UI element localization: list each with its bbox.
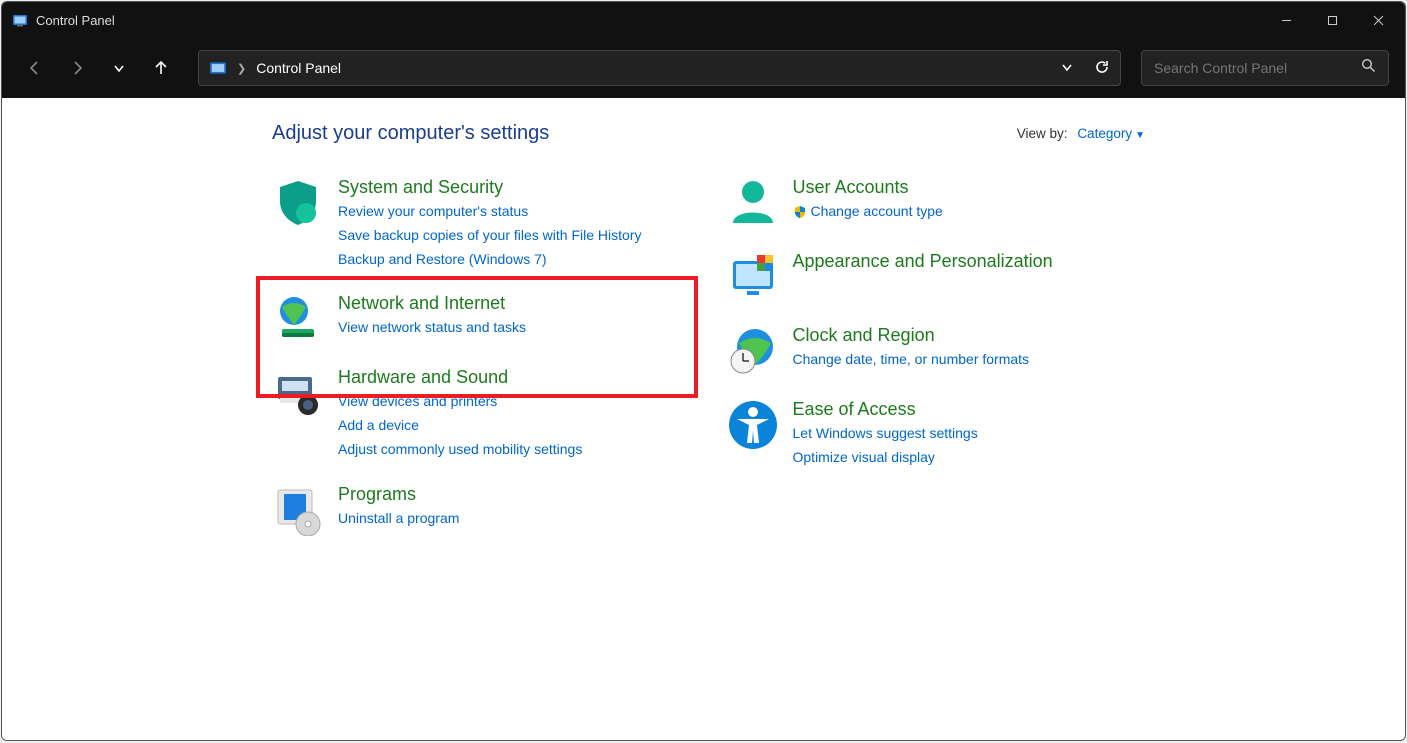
refresh-button[interactable] [1094,59,1110,78]
view-by-control: View by: Category▼ [1017,126,1145,141]
uac-shield-icon [793,205,807,219]
address-dropdown-button[interactable] [1060,60,1074,77]
category-columns: System and Security Review your computer… [272,177,1145,536]
category-link[interactable]: Let Windows suggest settings [793,422,978,446]
category-link[interactable]: Save backup copies of your files with Fi… [338,224,641,248]
shield-security-icon[interactable] [272,177,324,229]
category-link[interactable]: View devices and printers [338,390,582,414]
category-title[interactable]: Appearance and Personalization [793,251,1053,272]
address-bar[interactable]: ❯ Control Panel [198,50,1121,86]
category-user-accounts: User Accounts [727,177,1146,229]
back-button[interactable] [18,51,52,85]
appearance-monitor-icon[interactable] [727,251,779,303]
breadcrumb-chevron-icon[interactable]: ❯ [237,62,246,75]
category-link-text: Change account type [811,200,943,224]
category-hardware-and-sound: Hardware and Sound View devices and prin… [272,367,691,461]
category-network-and-internet: Network and Internet View network status… [272,293,691,345]
window-controls [1263,2,1401,38]
dropdown-caret-icon: ▼ [1135,130,1145,141]
view-by-value: Category [1077,126,1132,141]
category-link[interactable]: Change account type [793,200,943,224]
left-column: System and Security Review your computer… [272,177,691,536]
content-area: Adjust your computer's settings View by:… [2,98,1405,740]
category-ease-of-access: Ease of Access Let Windows suggest setti… [727,399,1146,470]
page-heading: Adjust your computer's settings [272,122,549,145]
view-by-dropdown[interactable]: Category▼ [1077,126,1145,141]
close-button[interactable] [1355,2,1401,38]
search-bar[interactable] [1141,50,1389,86]
accessibility-icon[interactable] [727,399,779,451]
category-title[interactable]: Programs [338,484,459,505]
control-panel-app-icon [12,12,28,28]
category-link[interactable]: Review your computer's status [338,200,641,224]
category-link[interactable]: Add a device [338,414,582,438]
search-icon[interactable] [1361,58,1376,78]
category-clock-and-region: Clock and Region Change date, time, or n… [727,325,1146,377]
category-link[interactable]: Adjust commonly used mobility settings [338,438,582,462]
globe-network-icon[interactable] [272,293,324,345]
titlebar: Control Panel [2,2,1405,38]
forward-button[interactable] [60,51,94,85]
control-panel-address-icon [209,59,227,77]
clock-globe-icon[interactable] [727,325,779,377]
category-title[interactable]: Network and Internet [338,293,526,314]
category-title[interactable]: Ease of Access [793,399,978,420]
window-title: Control Panel [36,13,115,28]
recent-locations-button[interactable] [102,51,136,85]
search-input[interactable] [1154,60,1361,76]
category-title[interactable]: System and Security [338,177,641,198]
programs-disc-icon[interactable] [272,484,324,536]
category-title[interactable]: User Accounts [793,177,943,198]
category-appearance-and-personalization: Appearance and Personalization [727,251,1146,303]
category-system-and-security: System and Security Review your computer… [272,177,691,271]
minimize-button[interactable] [1263,2,1309,38]
category-title[interactable]: Hardware and Sound [338,367,582,388]
category-link[interactable]: Uninstall a program [338,507,459,531]
category-link[interactable]: Optimize visual display [793,446,978,470]
right-column: User Accounts [727,177,1146,536]
breadcrumb-location[interactable]: Control Panel [256,60,341,76]
maximize-button[interactable] [1309,2,1355,38]
category-programs: Programs Uninstall a program [272,484,691,536]
heading-row: Adjust your computer's settings View by:… [272,122,1145,145]
titlebar-left: Control Panel [12,12,115,28]
up-button[interactable] [144,51,178,85]
category-link[interactable]: Backup and Restore (Windows 7) [338,248,641,272]
control-panel-window: Control Panel [1,1,1406,741]
category-title[interactable]: Clock and Region [793,325,1030,346]
user-accounts-icon[interactable] [727,177,779,229]
printer-camera-icon[interactable] [272,367,324,419]
view-by-label: View by: [1017,126,1068,141]
navbar: ❯ Control Panel [2,38,1405,98]
category-link[interactable]: View network status and tasks [338,316,526,340]
category-link[interactable]: Change date, time, or number formats [793,348,1030,372]
